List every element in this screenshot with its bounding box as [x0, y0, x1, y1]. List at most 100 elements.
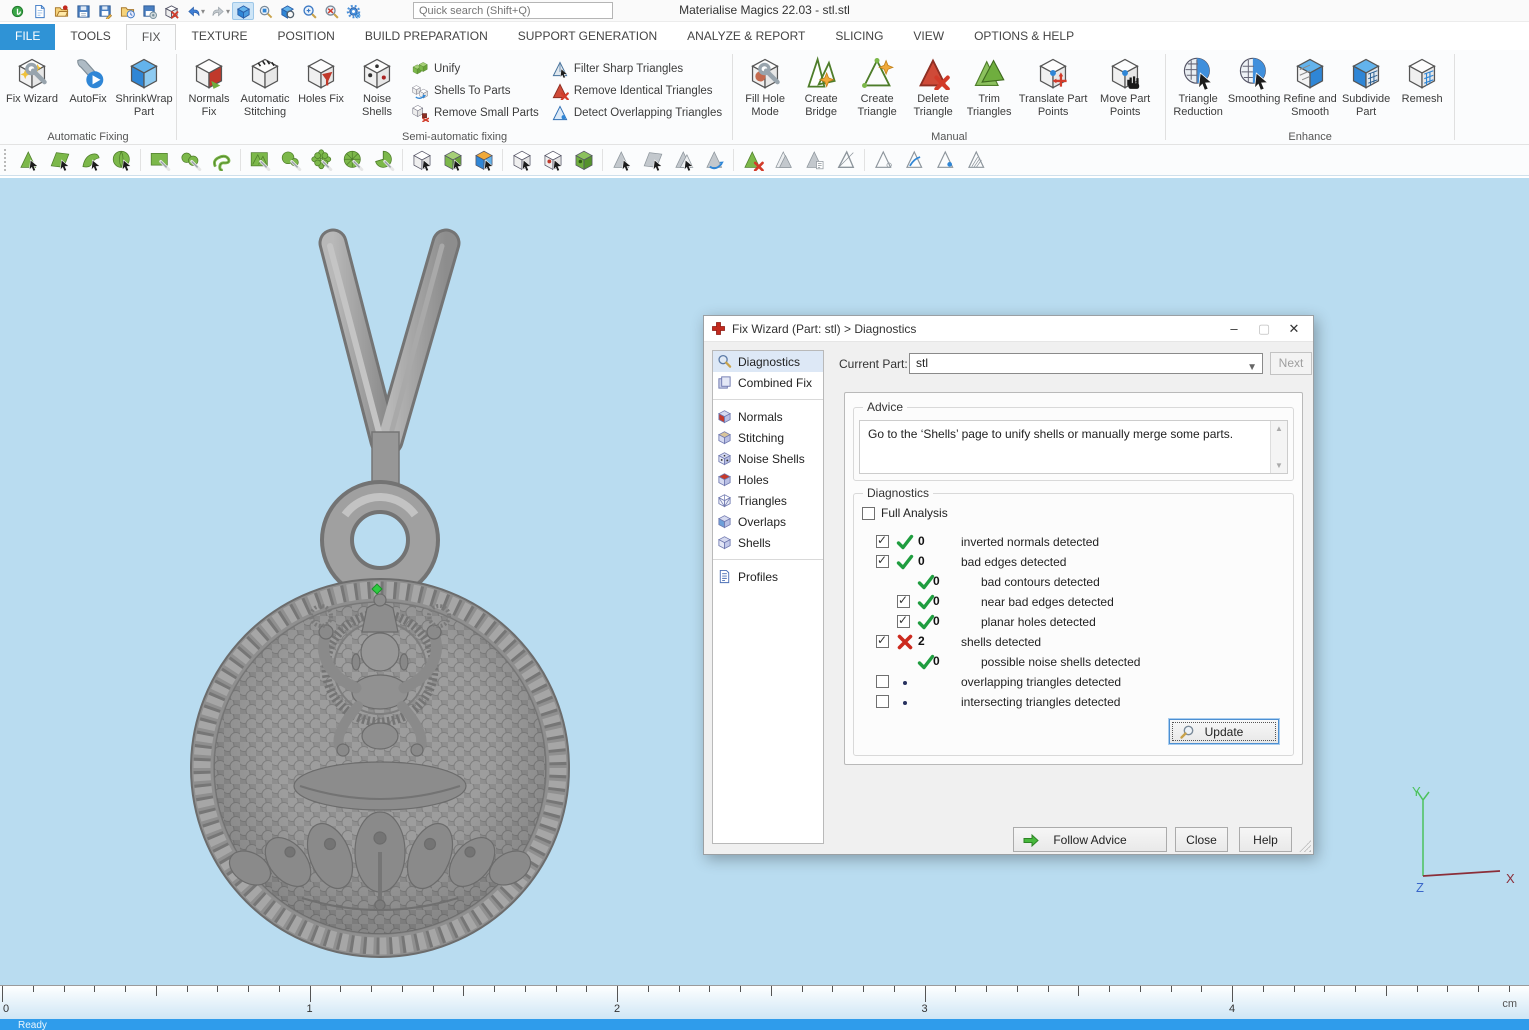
fix-wizard-button[interactable]: Fix Wizard: [4, 54, 60, 108]
help-button[interactable]: Help: [1239, 827, 1292, 852]
tab-analyze-report[interactable]: ANALYZE & REPORT: [672, 24, 820, 50]
diagnostic-checkbox[interactable]: [876, 675, 889, 688]
refine-and-smooth-button[interactable]: Refine and Smooth: [1282, 54, 1338, 120]
close-button[interactable]: ✕: [1279, 318, 1309, 340]
advice-textarea[interactable]: Go to the ‘Shells’ page to unify shells …: [859, 420, 1288, 474]
app-icon[interactable]: [6, 2, 28, 20]
sidebar-item-triangles[interactable]: Triangles: [713, 490, 823, 511]
sidebar-item-overlaps[interactable]: Overlaps: [713, 511, 823, 532]
sidebar-item-holes[interactable]: Holes: [713, 469, 823, 490]
new-document-icon[interactable]: [28, 2, 50, 20]
advice-scrollbar[interactable]: ▲ ▼: [1270, 421, 1287, 473]
close-dialog-button[interactable]: Close: [1175, 827, 1228, 852]
export-part-icon[interactable]: [138, 2, 160, 20]
filter-sharp-triangles-button[interactable]: Filter Sharp Triangles: [551, 58, 722, 80]
redo-dropdown-icon[interactable]: ▾: [226, 7, 230, 16]
sidebar-item-diagnostics[interactable]: Diagnostics: [713, 351, 823, 372]
small-pie-selection-icon[interactable]: [372, 148, 396, 172]
search-input[interactable]: [413, 2, 613, 19]
minimize-button[interactable]: –: [1219, 318, 1249, 340]
normals-fix-button[interactable]: Normals Fix: [181, 54, 237, 120]
mark-bad-triangles-icon[interactable]: [541, 148, 565, 172]
gray-triangle-2-icon[interactable]: [772, 148, 796, 172]
delete-marked-triangles-icon[interactable]: [741, 148, 765, 172]
pendant-model[interactable]: [191, 243, 569, 957]
tab-view[interactable]: VIEW: [898, 24, 959, 50]
lasso-selection-icon[interactable]: [210, 148, 234, 172]
triangle-spline-icon[interactable]: [903, 148, 927, 172]
sidebar-item-noise-shells[interactable]: Noise Shells: [713, 448, 823, 469]
mark-shell-icon[interactable]: [572, 148, 596, 172]
hatched-triangle-icon[interactable]: [965, 148, 989, 172]
noise-shells-button[interactable]: Noise Shells: [349, 54, 405, 120]
shells-to-parts-button[interactable]: Shells To Parts: [411, 80, 539, 102]
detect-overlapping-triangles-button[interactable]: Detect Overlapping Triangles: [551, 102, 722, 124]
subdivide-part-button[interactable]: Subdivide Part: [1338, 54, 1394, 120]
smoothing-button[interactable]: Smoothing: [1226, 54, 1282, 108]
save-as-icon[interactable]: [94, 2, 116, 20]
diagnostic-checkbox[interactable]: [876, 695, 889, 708]
tab-fix[interactable]: FIX: [126, 24, 177, 50]
view-part-icon[interactable]: [276, 2, 298, 20]
open-file-icon[interactable]: [50, 2, 72, 20]
tab-support-generation[interactable]: SUPPORT GENERATION: [503, 24, 672, 50]
gray-triangle-select-icon[interactable]: [610, 148, 634, 172]
remesh-button[interactable]: Remesh: [1394, 54, 1450, 108]
select-through-part-icon[interactable]: [410, 148, 434, 172]
trim-triangles-button[interactable]: Trim Triangles: [961, 54, 1017, 120]
translate-part-points-button[interactable]: Translate Part Points: [1017, 54, 1089, 120]
quick-settings-icon[interactable]: Q: [342, 2, 364, 20]
create-triangle-button[interactable]: Create Triangle: [849, 54, 905, 120]
autofix-button[interactable]: AutoFix: [60, 54, 116, 108]
toolbar-grip[interactable]: [4, 149, 8, 171]
zoom-part-icon[interactable]: [254, 2, 276, 20]
diagnostic-checkbox[interactable]: [897, 595, 910, 608]
triangle-point-icon[interactable]: [934, 148, 958, 172]
create-bridge-button[interactable]: Create Bridge: [793, 54, 849, 120]
diagnostic-checkbox[interactable]: [876, 555, 889, 568]
tab-options-help[interactable]: OPTIONS & HELP: [959, 24, 1089, 50]
import-part-icon[interactable]: [116, 2, 138, 20]
unify-button[interactable]: Unify: [411, 58, 539, 80]
follow-advice-button[interactable]: Follow Advice: [1013, 827, 1167, 852]
triangle-properties-icon[interactable]: [803, 148, 827, 172]
holes-fix-button[interactable]: Holes Fix: [293, 54, 349, 108]
window-triangle-selection-icon[interactable]: [248, 148, 272, 172]
select-triangles-icon[interactable]: [17, 148, 41, 172]
gray-plane-select-icon[interactable]: [641, 148, 665, 172]
tab-position[interactable]: POSITION: [263, 24, 350, 50]
delete-triangle-button[interactable]: Delete Triangle: [905, 54, 961, 120]
zoom-scene-icon[interactable]: [232, 2, 254, 20]
triangle-reduction-button[interactable]: Triangle Reduction: [1170, 54, 1226, 120]
mark-part-icon[interactable]: [510, 148, 534, 172]
tab-build-preparation[interactable]: BUILD PREPARATION: [350, 24, 503, 50]
tab-slicing[interactable]: SLICING: [820, 24, 898, 50]
automatic-stitching-button[interactable]: Automatic Stitching: [237, 54, 293, 120]
dialog-title-bar[interactable]: Fix Wizard (Part: stl) > Diagnostics – ▢…: [704, 316, 1313, 342]
sidebar-item-stitching[interactable]: Stitching: [713, 427, 823, 448]
tab-file[interactable]: FILE: [0, 24, 55, 50]
select-colored-part-icon[interactable]: [472, 148, 496, 172]
save-icon[interactable]: [72, 2, 94, 20]
remove-identical-triangles-button[interactable]: Remove Identical Triangles: [551, 80, 722, 102]
diagnostic-checkbox[interactable]: [897, 615, 910, 628]
sphere-brush-selection-icon[interactable]: [279, 148, 303, 172]
gray-surface-select-icon[interactable]: [672, 148, 696, 172]
diagnostic-checkbox[interactable]: [876, 635, 889, 648]
unzoom-icon[interactable]: [320, 2, 342, 20]
fill-hole-mode-button[interactable]: Fill Hole Mode: [737, 54, 793, 120]
update-button[interactable]: Update: [1169, 719, 1279, 744]
maximize-button[interactable]: ▢: [1249, 318, 1279, 340]
scroll-up-icon[interactable]: ▲: [1271, 421, 1287, 436]
sidebar-item-profiles[interactable]: Profiles: [713, 566, 823, 587]
brush-selection-icon[interactable]: [179, 148, 203, 172]
remove-part-icon[interactable]: [160, 2, 182, 20]
shrinkwrap-part-button[interactable]: ShrinkWrap Part: [116, 54, 172, 120]
current-part-dropdown[interactable]: stl ▼: [909, 353, 1263, 374]
smooth-marked-triangles-icon[interactable]: [703, 148, 727, 172]
rectangle-selection-icon[interactable]: [148, 148, 172, 172]
sidebar-item-shells[interactable]: Shells: [713, 532, 823, 553]
tab-texture[interactable]: TEXTURE: [176, 24, 262, 50]
resize-grip[interactable]: [1299, 840, 1311, 852]
select-shell-icon[interactable]: [110, 148, 134, 172]
